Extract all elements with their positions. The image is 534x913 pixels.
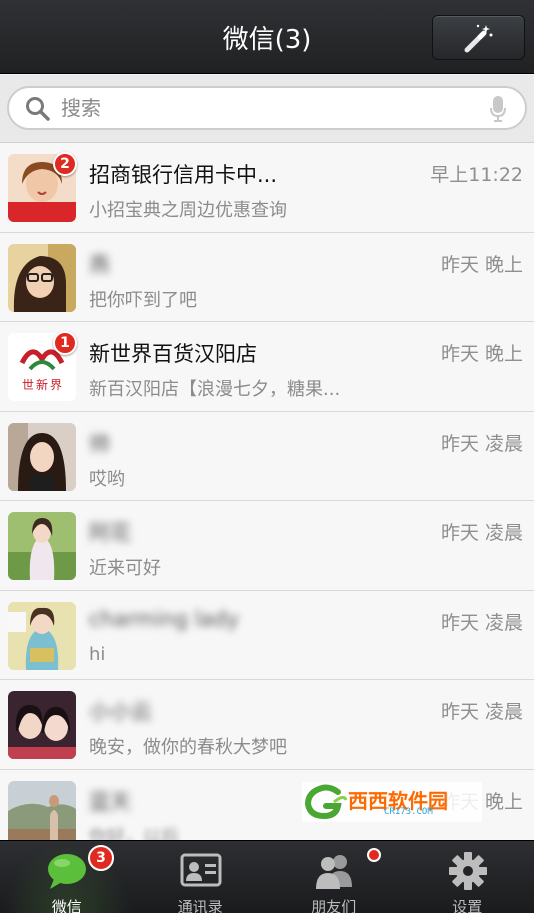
magic-wand-button[interactable] — [432, 15, 525, 60]
svg-text:世: 世 — [22, 378, 34, 392]
message-time: 昨天 晚上 — [440, 253, 523, 276]
conversation-row[interactable]: 新 世 界 1 新世界百货汉阳店 昨天 晚上 新百汉阳店【浪漫七夕，糖果... — [0, 322, 534, 412]
friends-icon — [316, 855, 352, 889]
tab-label: 微信 — [51, 898, 82, 913]
contact-name: 新世界百货汉阳店 — [89, 342, 257, 366]
tab-chats[interactable]: 微信 — [0, 841, 134, 913]
gear-icon — [448, 852, 487, 890]
last-message: 小招宝典之周边优惠查询 — [89, 200, 287, 221]
avatar — [8, 243, 76, 312]
tab-label: 通讯录 — [177, 898, 223, 913]
bottom-tab-bar: 微信 3 通讯录 朋友们 设置 — [0, 840, 534, 913]
search-box[interactable] — [7, 86, 527, 130]
conversation-row[interactable]: 帅 昨天 凌晨 哎哟 — [0, 411, 534, 501]
unread-badge: 1 — [53, 331, 77, 355]
last-message: hi — [89, 643, 106, 665]
avatar — [8, 601, 76, 670]
title-bar: 微信(3) — [0, 0, 534, 74]
message-time: 早上11:22 — [430, 164, 523, 186]
new-moments-dot — [367, 848, 381, 862]
search-bar — [0, 75, 534, 143]
contact-name: 燕 — [89, 252, 110, 277]
search-icon — [26, 97, 50, 121]
avatar — [8, 780, 76, 849]
contact-name: 蓝天 — [89, 789, 131, 814]
tab-settings[interactable]: 设置 — [401, 841, 534, 913]
unread-badge: 2 — [53, 152, 77, 176]
conversation-row[interactable]: 阿花 昨天 凌晨 近来可好 — [0, 501, 534, 591]
avatar — [8, 512, 76, 580]
conversation-row[interactable]: 2 招商银行信用卡中... 早上11:22 小招宝典之周边优惠查询 — [0, 143, 534, 233]
tab-contacts[interactable]: 通讯录 — [134, 841, 268, 913]
conversation-row[interactable]: 燕 昨天 晚上 把你吓到了吧 — [0, 232, 534, 322]
conversation-list: 2 招商银行信用卡中... 早上11:22 小招宝典之周边优惠查询 燕 昨天 晚… — [0, 143, 534, 859]
microphone-icon[interactable] — [489, 95, 507, 123]
magic-wand-icon — [464, 24, 493, 53]
watermark-logo: 西西软件园 CR173.COM — [302, 782, 482, 822]
message-time: 昨天 凌晨 — [440, 522, 523, 544]
last-message: 哎哟 — [89, 468, 125, 490]
message-time: 昨天 凌晨 — [440, 432, 523, 455]
chat-bubble-icon — [48, 854, 86, 889]
contact-name: 小小云 — [89, 700, 152, 724]
message-time: 昨天 晚上 — [440, 343, 523, 365]
watermark-icon — [304, 784, 348, 820]
watermark-url: CR173.COM — [384, 807, 433, 817]
avatar — [8, 691, 76, 759]
conversation-row[interactable]: 小小云 昨天 凌晨 晚安，做你的春秋大梦吧 — [0, 680, 534, 770]
contact-name: 招商银行信用卡中... — [89, 163, 278, 187]
last-message: 新百汉阳店【浪漫七夕，糖果... — [89, 379, 341, 400]
last-message: 把你吓到了吧 — [89, 289, 197, 311]
tab-unread-badge: 3 — [88, 845, 114, 871]
last-message: 近来可好 — [89, 558, 161, 579]
message-time: 昨天 凌晨 — [440, 611, 523, 634]
contact-name: charming lady — [89, 606, 240, 631]
last-message: 晚安，做你的春秋大梦吧 — [89, 737, 287, 758]
contact-name: 阿花 — [89, 521, 131, 545]
message-time: 昨天 凌晨 — [440, 701, 523, 723]
avatar — [8, 422, 76, 491]
search-input[interactable] — [61, 88, 481, 128]
contact-name: 帅 — [89, 431, 110, 456]
contacts-card-icon — [180, 853, 221, 887]
svg-text:界: 界 — [50, 378, 62, 392]
tab-label: 朋友们 — [311, 898, 357, 913]
tab-label: 设置 — [452, 898, 483, 913]
svg-text:新: 新 — [36, 377, 48, 392]
conversation-row[interactable]: charming lady 昨天 凌晨 hi — [0, 590, 534, 680]
